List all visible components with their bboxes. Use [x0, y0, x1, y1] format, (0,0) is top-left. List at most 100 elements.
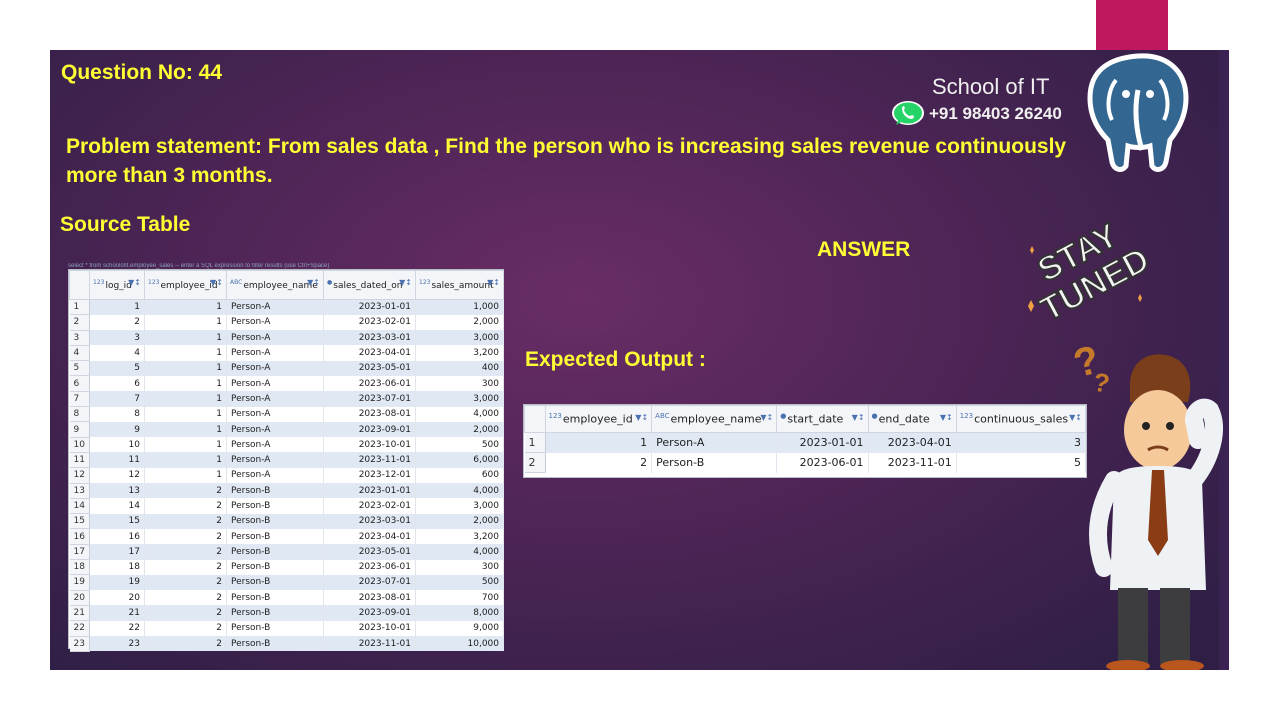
table-cell[interactable]: 500 — [415, 437, 504, 453]
table-cell[interactable]: 2023-11-01 — [323, 636, 416, 652]
table-cell[interactable]: 5 — [956, 452, 1087, 473]
table-row[interactable]: 8 8 1 Person-A 2023-08-01 4,000 — [69, 406, 504, 423]
table-cell[interactable]: Person-A — [226, 467, 324, 484]
table-cell[interactable]: Person-A — [226, 421, 324, 438]
table-cell[interactable]: 3,000 — [415, 391, 504, 407]
table-row[interactable]: 2 2 Person-B 2023-06-01 2023-11-01 5 — [524, 452, 1087, 473]
table-cell[interactable]: 2023-04-01 — [868, 432, 957, 453]
table-row[interactable]: 21 21 2 Person-B 2023-09-01 8,000 — [69, 605, 504, 622]
table-cell[interactable]: 1 — [144, 467, 227, 484]
table-cell[interactable]: Person-B — [226, 528, 324, 545]
table-cell[interactable]: 2023-05-01 — [323, 360, 416, 376]
table-cell[interactable]: Person-A — [226, 345, 324, 361]
table-cell[interactable]: 700 — [415, 590, 504, 606]
table-cell[interactable]: Person-B — [226, 498, 324, 514]
table-row[interactable]: 11 11 1 Person-A 2023-11-01 6,000 — [69, 452, 504, 469]
sort-filter-icon[interactable]: ▼↕ — [487, 278, 500, 287]
table-cell[interactable]: 300 — [415, 375, 504, 392]
table-cell[interactable]: Person-B — [226, 605, 324, 621]
column-header-employee-id[interactable]: 123employee_id ▼↕ — [544, 405, 653, 433]
table-cell[interactable]: 10 — [89, 437, 145, 453]
table-cell[interactable]: 2 — [144, 559, 227, 575]
table-cell[interactable]: Person-B — [226, 513, 324, 529]
table-cell[interactable]: Person-B — [226, 559, 324, 575]
table-cell[interactable]: 4,000 — [415, 483, 504, 499]
table-cell[interactable]: 2023-02-01 — [323, 498, 416, 514]
table-cell[interactable]: 2023-01-01 — [323, 483, 416, 499]
table-row[interactable]: 5 5 1 Person-A 2023-05-01 400 — [69, 360, 504, 377]
table-cell[interactable]: 2 — [144, 620, 227, 637]
table-cell[interactable]: 2023-07-01 — [323, 391, 416, 407]
table-cell[interactable]: 2023-06-01 — [776, 452, 869, 473]
table-row[interactable]: 19 19 2 Person-B 2023-07-01 500 — [69, 574, 504, 591]
table-cell[interactable]: 1 — [144, 406, 227, 422]
table-cell[interactable]: 6,000 — [415, 452, 504, 468]
table-cell[interactable]: 2023-03-01 — [323, 330, 416, 346]
table-cell[interactable]: 23 — [89, 636, 145, 652]
table-cell[interactable]: 1 — [144, 452, 227, 468]
table-cell[interactable]: Person-B — [226, 590, 324, 606]
table-row[interactable]: 18 18 2 Person-B 2023-06-01 300 — [69, 559, 504, 576]
table-cell[interactable]: 2 — [144, 574, 227, 591]
table-cell[interactable]: Person-A — [226, 375, 324, 392]
table-cell[interactable]: 13 — [89, 483, 145, 499]
table-row[interactable]: 4 4 1 Person-A 2023-04-01 3,200 — [69, 345, 504, 362]
table-cell[interactable]: Person-A — [226, 406, 324, 422]
sort-filter-icon[interactable]: ▼↕ — [1069, 413, 1082, 422]
table-cell[interactable]: Person-A — [226, 452, 324, 468]
table-cell[interactable]: 2023-06-01 — [323, 559, 416, 575]
table-cell[interactable]: 2,000 — [415, 314, 504, 331]
column-header-sales-amount[interactable]: 123sales_amount ▼↕ — [415, 270, 504, 300]
table-cell[interactable]: 3,000 — [415, 330, 504, 346]
table-cell[interactable]: 2 — [144, 528, 227, 545]
sort-filter-icon[interactable]: ▼↕ — [307, 278, 320, 287]
table-cell[interactable]: Person-A — [226, 391, 324, 407]
table-cell[interactable]: 1 — [144, 360, 227, 376]
table-cell[interactable]: 1 — [144, 330, 227, 346]
table-cell[interactable]: 14 — [89, 498, 145, 514]
table-cell[interactable]: 3 — [956, 432, 1087, 453]
table-cell[interactable]: 1 — [144, 299, 227, 315]
sort-filter-icon[interactable]: ▼↕ — [210, 278, 223, 287]
table-cell[interactable]: 1 — [144, 421, 227, 438]
table-cell[interactable]: 21 — [89, 605, 145, 621]
table-cell[interactable]: 20 — [89, 590, 145, 606]
table-cell[interactable]: 16 — [89, 528, 145, 545]
table-cell[interactable]: 2023-09-01 — [323, 605, 416, 621]
column-header-log-id[interactable]: 123log_id ▼↕ — [89, 270, 145, 300]
column-header-continuous-sales[interactable]: 123continuous_sales ▼↕ — [955, 405, 1087, 433]
table-cell[interactable]: 2023-01-01 — [776, 432, 869, 453]
table-cell[interactable]: Person-B — [651, 452, 778, 473]
table-cell[interactable]: Person-B — [226, 574, 324, 591]
output-data-grid[interactable]: 123employee_id ▼↕ ABCemployee_name ▼↕ ●sta… — [523, 404, 1087, 478]
sort-filter-icon[interactable]: ▼↕ — [760, 413, 773, 422]
table-cell[interactable]: 11 — [89, 452, 145, 468]
table-cell[interactable]: 400 — [415, 360, 504, 376]
table-cell[interactable]: 1 — [89, 299, 145, 315]
table-cell[interactable]: 2 — [144, 544, 227, 560]
table-cell[interactable]: 2023-04-01 — [323, 528, 416, 545]
table-cell[interactable]: 3,200 — [415, 345, 504, 361]
table-cell[interactable]: 2023-11-01 — [868, 452, 957, 473]
table-row[interactable]: 6 6 1 Person-A 2023-06-01 300 — [69, 375, 504, 392]
table-cell[interactable]: 18 — [89, 559, 145, 575]
table-cell[interactable]: 2023-08-01 — [323, 590, 416, 606]
table-cell[interactable]: 15 — [89, 513, 145, 529]
table-row[interactable]: 7 7 1 Person-A 2023-07-01 3,000 — [69, 391, 504, 408]
table-cell[interactable]: Person-A — [651, 432, 778, 453]
column-header-employee-name[interactable]: ABCemployee_name ▼↕ — [651, 405, 778, 433]
table-cell[interactable]: 1 — [545, 432, 653, 453]
table-cell[interactable]: 1 — [144, 391, 227, 407]
table-row[interactable]: 2 2 1 Person-A 2023-02-01 2,000 — [69, 314, 504, 331]
table-cell[interactable]: 2023-10-01 — [323, 620, 416, 637]
table-cell[interactable]: 19 — [89, 574, 145, 591]
sort-filter-icon[interactable]: ▼↕ — [852, 413, 865, 422]
table-cell[interactable]: 2023-09-01 — [323, 421, 416, 438]
table-cell[interactable]: 6 — [89, 375, 145, 392]
table-row[interactable]: 9 9 1 Person-A 2023-09-01 2,000 — [69, 421, 504, 438]
table-cell[interactable]: 2,000 — [415, 421, 504, 438]
table-row[interactable]: 1 1 Person-A 2023-01-01 2023-04-01 3 — [524, 432, 1087, 453]
table-cell[interactable]: 2,000 — [415, 513, 504, 529]
source-data-grid[interactable]: 123log_id ▼↕ 123employee_id ▼↕ ABCemployee… — [68, 269, 504, 652]
table-cell[interactable]: 2023-06-01 — [323, 375, 416, 392]
